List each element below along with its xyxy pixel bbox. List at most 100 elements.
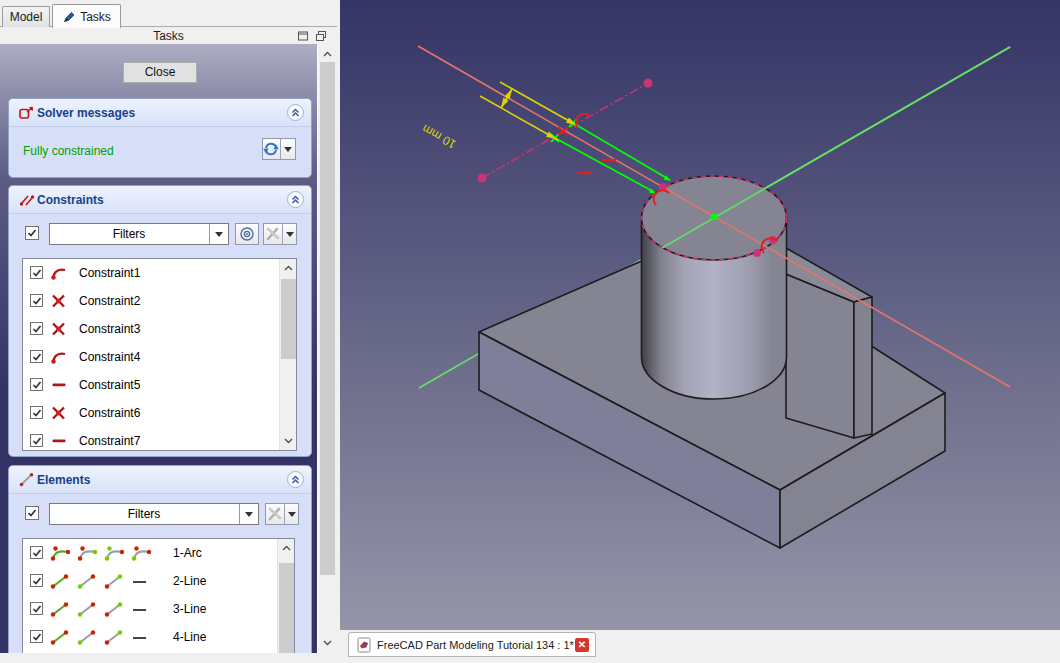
constraints-collapse-button[interactable] (287, 191, 304, 208)
row-checkbox[interactable] (30, 546, 43, 559)
row-checkbox[interactable] (30, 406, 43, 419)
constraint-row[interactable]: Constraint5 (23, 371, 296, 399)
constraints-settings-button[interactable] (263, 223, 297, 245)
panel-body: Close Solver messages Fully constrained (0, 44, 318, 653)
row-checkbox[interactable] (30, 630, 43, 643)
panel-scrollbar[interactable] (319, 44, 336, 653)
scroll-up-icon[interactable] (322, 49, 333, 60)
element-row[interactable]: 4-Line (23, 623, 294, 651)
float-icon[interactable] (315, 30, 327, 42)
panel-title: Tasks (153, 29, 184, 43)
solver-collapse-button[interactable] (287, 104, 304, 121)
element-type-icons (49, 573, 157, 594)
row-checkbox[interactable] (30, 378, 43, 391)
close-button[interactable]: Close (123, 62, 197, 83)
constraint-row[interactable]: Constraint6 (23, 399, 296, 427)
dock-icon[interactable] (297, 30, 309, 42)
show-constraints-button[interactable] (235, 223, 259, 245)
scroll-down-icon[interactable] (283, 435, 294, 446)
element-row[interactable]: 5-Arc (23, 651, 294, 653)
model-cylinder[interactable] (642, 176, 787, 399)
constraints-filter-arrow[interactable] (209, 224, 228, 244)
constraints-title: Constraints (37, 193, 104, 207)
elements-filter-arrow[interactable] (239, 504, 258, 524)
document-tab-label: FreeCAD Part Modeling Tutorial 134 : 1* (377, 639, 574, 651)
eye-icon (237, 225, 257, 243)
solver-icon (18, 105, 35, 121)
scroll-up-icon[interactable] (281, 543, 292, 554)
row-checkbox[interactable] (30, 602, 43, 615)
element-type-icons (49, 601, 157, 622)
document-tab[interactable]: FreeCAD Part Modeling Tutorial 134 : 1* … (348, 632, 596, 657)
constraint-label: Constraint4 (79, 350, 140, 364)
elements-header[interactable]: Elements (9, 466, 311, 494)
scroll-down-icon[interactable] (322, 637, 333, 648)
row-checkbox[interactable] (30, 322, 43, 335)
elements-collapse-button[interactable] (287, 471, 304, 488)
solver-status: Fully constrained (23, 144, 114, 158)
solver-messages-header[interactable]: Solver messages (9, 99, 311, 127)
refresh-button[interactable] (262, 138, 296, 160)
solver-messages-title: Solver messages (37, 106, 135, 120)
constraints-header[interactable]: Constraints (9, 186, 311, 214)
constraint-label: Constraint7 (79, 434, 140, 448)
tab-model[interactable]: Model (2, 6, 50, 27)
coincident-constraint-icon (49, 321, 69, 341)
tab-tasks[interactable]: Tasks (52, 4, 121, 28)
row-checkbox[interactable] (30, 266, 43, 279)
refresh-dropdown[interactable] (280, 139, 295, 159)
constraints-scroll-thumb[interactable] (281, 279, 296, 359)
elements-filter-combo[interactable]: Filters (49, 503, 259, 525)
constraints-list: Constraint1 Constraint2 Constraint3 Constra… (22, 258, 297, 451)
elements-scroll-thumb[interactable] (279, 563, 294, 653)
scroll-up-icon[interactable] (283, 263, 294, 274)
construction-endpoint[interactable] (644, 79, 653, 88)
horizontal-constraint-icon (49, 377, 69, 397)
element-row[interactable]: 2-Line (23, 567, 294, 595)
constraint-row[interactable]: Constraint4 (23, 343, 296, 371)
row-checkbox[interactable] (30, 574, 43, 587)
elements-filter-label: Filters (50, 504, 238, 524)
elements-settings-dropdown[interactable] (284, 504, 298, 524)
construction-endpoint[interactable] (478, 174, 487, 183)
row-checkbox[interactable] (30, 294, 43, 307)
constraints-section: Constraints Filters (8, 185, 312, 457)
tools-icon (264, 225, 282, 243)
document-tabbar: FreeCAD Part Modeling Tutorial 134 : 1* … (340, 630, 1060, 663)
constraint-label: Constraint1 (79, 266, 140, 280)
constraints-list-scrollbar[interactable] (279, 259, 296, 450)
elements-list-scrollbar[interactable] (277, 539, 294, 653)
viewport-3d[interactable]: 10 mm (340, 0, 1060, 630)
sketch-origin-point[interactable] (711, 214, 718, 221)
tab-model-label: Model (10, 10, 43, 24)
element-row[interactable]: 3-Line (23, 595, 294, 623)
coincident-constraint-icon (49, 405, 69, 425)
element-row[interactable]: 1-Arc (23, 539, 294, 567)
elements-settings-button[interactable] (265, 503, 299, 525)
panel-scroll-thumb[interactable] (320, 62, 335, 575)
tasks-panel: Model Tasks Tasks Close Solver messages … (0, 0, 340, 663)
element-label: 2-Line (173, 574, 206, 588)
document-tab-close-button[interactable]: ✕ (575, 638, 589, 652)
row-checkbox[interactable] (30, 434, 43, 447)
constraint-label: Constraint5 (79, 378, 140, 392)
horizontal-constraint-icon (49, 433, 69, 451)
row-checkbox[interactable] (30, 350, 43, 363)
rib-front-face[interactable] (854, 297, 872, 438)
coincident-constraint-icon (49, 293, 69, 313)
element-type-icons (49, 629, 157, 650)
constraints-filter-combo[interactable]: Filters (49, 223, 229, 245)
tools-icon (266, 505, 284, 523)
constraint-label: Constraint2 (79, 294, 140, 308)
constraint-row[interactable]: Constraint1 (23, 259, 296, 287)
constraints-settings-dropdown[interactable] (282, 224, 296, 244)
constraint-row[interactable]: Constraint7 (23, 427, 296, 451)
constraint-row[interactable]: Constraint2 (23, 287, 296, 315)
elements-icon (18, 472, 35, 488)
constraint-label: Constraint3 (79, 322, 140, 336)
elements-check-all[interactable] (25, 506, 39, 520)
freecad-file-icon (356, 637, 372, 653)
refresh-icon (262, 140, 280, 158)
constraints-check-all[interactable] (25, 226, 39, 240)
constraint-row[interactable]: Constraint3 (23, 315, 296, 343)
